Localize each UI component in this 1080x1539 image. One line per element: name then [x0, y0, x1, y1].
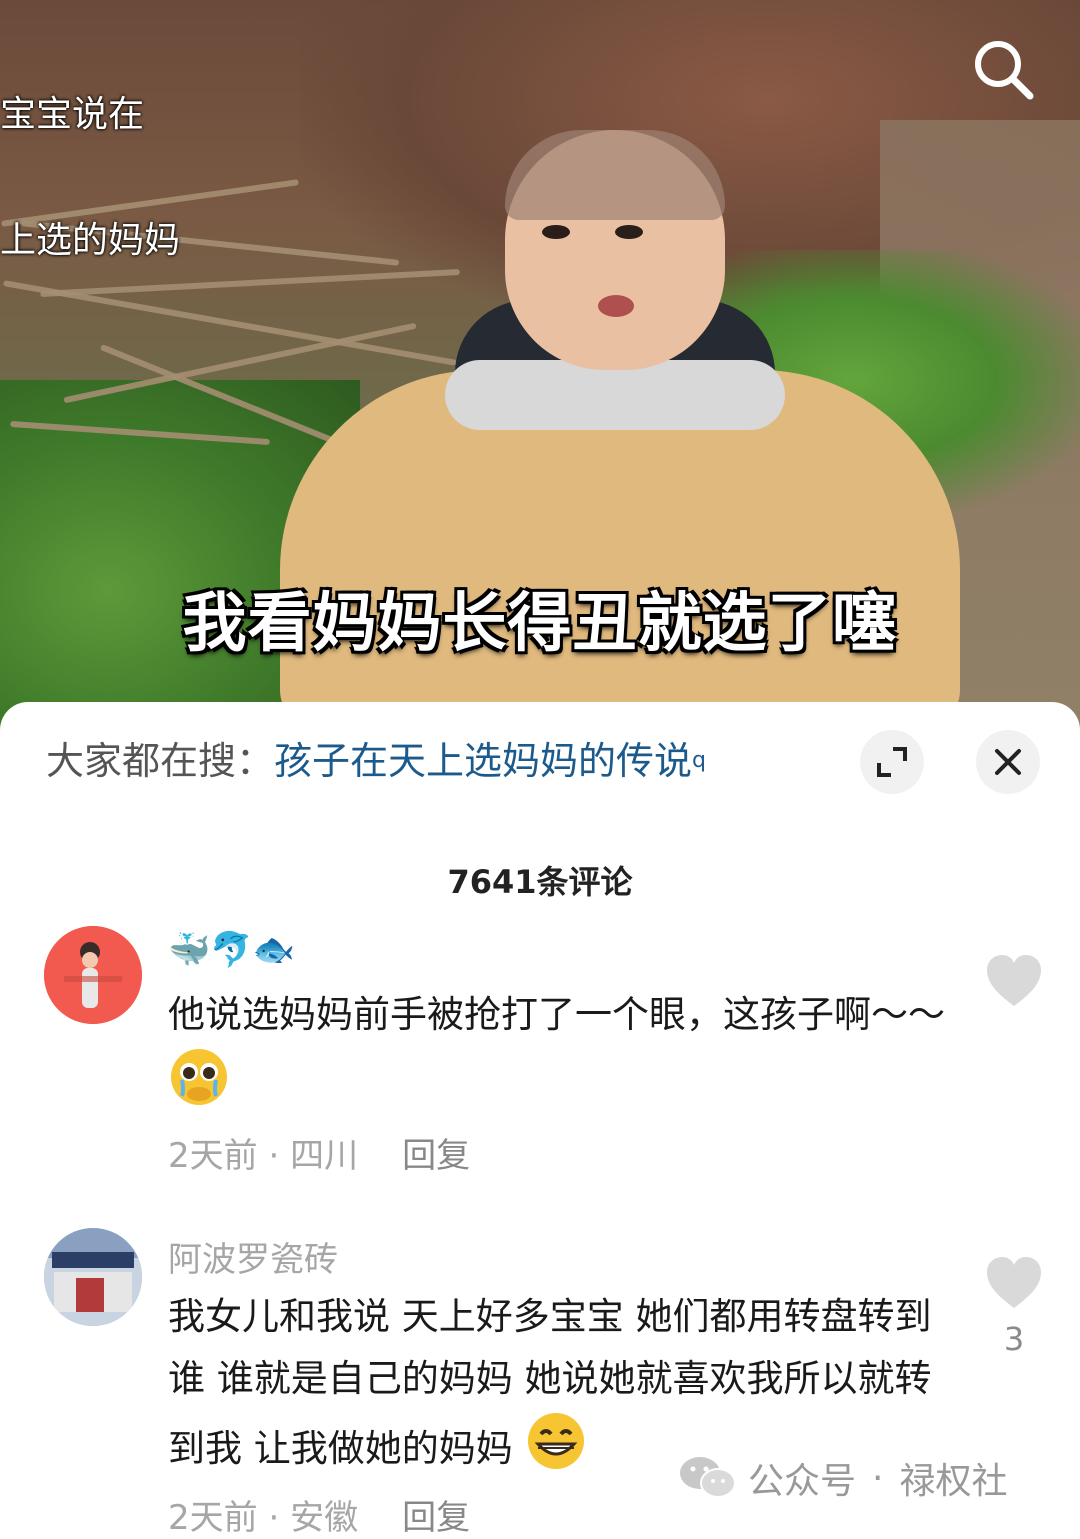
avatar-illustration [44, 926, 142, 1024]
search-button[interactable] [970, 36, 1036, 102]
comment-location: 四川 [290, 1136, 359, 1176]
search-suggestion[interactable]: 大家都在搜：孩子在天上选妈妈的传说q [46, 736, 706, 786]
pleading-crying-emoji [168, 1046, 230, 1127]
expand-icon [877, 747, 907, 777]
comment-meta: 2天前 · 四川 回复 [168, 1136, 471, 1176]
comment-time: 2天前 [168, 1498, 258, 1538]
small-search-icon: q [692, 748, 706, 773]
comment-location: 安徽 [290, 1498, 359, 1538]
avatar[interactable] [44, 926, 142, 1024]
search-icon [975, 41, 1034, 100]
comment-time: 2天前 [168, 1136, 258, 1176]
search-suggestion-label: 大家都在搜： [46, 739, 275, 783]
video-player[interactable]: 宝宝说在 上选的妈妈 我看妈妈长得丑就选了噻 [0, 0, 1080, 730]
heart-icon [987, 955, 1041, 1006]
reply-button[interactable]: 回复 [402, 1136, 470, 1176]
close-icon [995, 749, 1021, 775]
video-overlay-title: 宝宝说在 上选的妈妈 [0, 94, 181, 261]
heart-icon [987, 1257, 1041, 1308]
like-button[interactable]: 3 [985, 1256, 1043, 1358]
comment-text: 他说选妈妈前手被抢打了一个眼，这孩子啊～～ [168, 984, 958, 1127]
search-suggestion-keyword[interactable]: 孩子在天上选妈妈的传说 [274, 739, 692, 783]
watermark-name: 禄权社 [899, 1461, 1008, 1502]
expand-button[interactable] [860, 730, 924, 794]
video-subtitle: 我看妈妈长得丑就选了噻 [182, 587, 898, 661]
comment-username[interactable]: 🐳🐬🐟 [168, 930, 295, 970]
wechat-icon [680, 1457, 736, 1498]
like-button[interactable] [985, 954, 1043, 1018]
like-count: 3 [1003, 1320, 1025, 1358]
comment-username[interactable]: 阿波罗瓷砖 [168, 1232, 338, 1281]
reply-button[interactable]: 回复 [402, 1498, 470, 1538]
watermark-brand: 公众号 [748, 1461, 857, 1502]
close-button[interactable] [976, 730, 1040, 794]
comment-meta: 2天前 · 安徽 回复 [168, 1498, 471, 1538]
avatar-illustration [44, 1228, 142, 1326]
watermark-separator: · [872, 1457, 884, 1499]
watermark: 公众号 · 禄权社 [678, 1452, 1007, 1504]
avatar[interactable] [44, 1228, 142, 1326]
comment-count: 7641条评论 [447, 863, 633, 901]
grinning-emoji [525, 1410, 587, 1491]
